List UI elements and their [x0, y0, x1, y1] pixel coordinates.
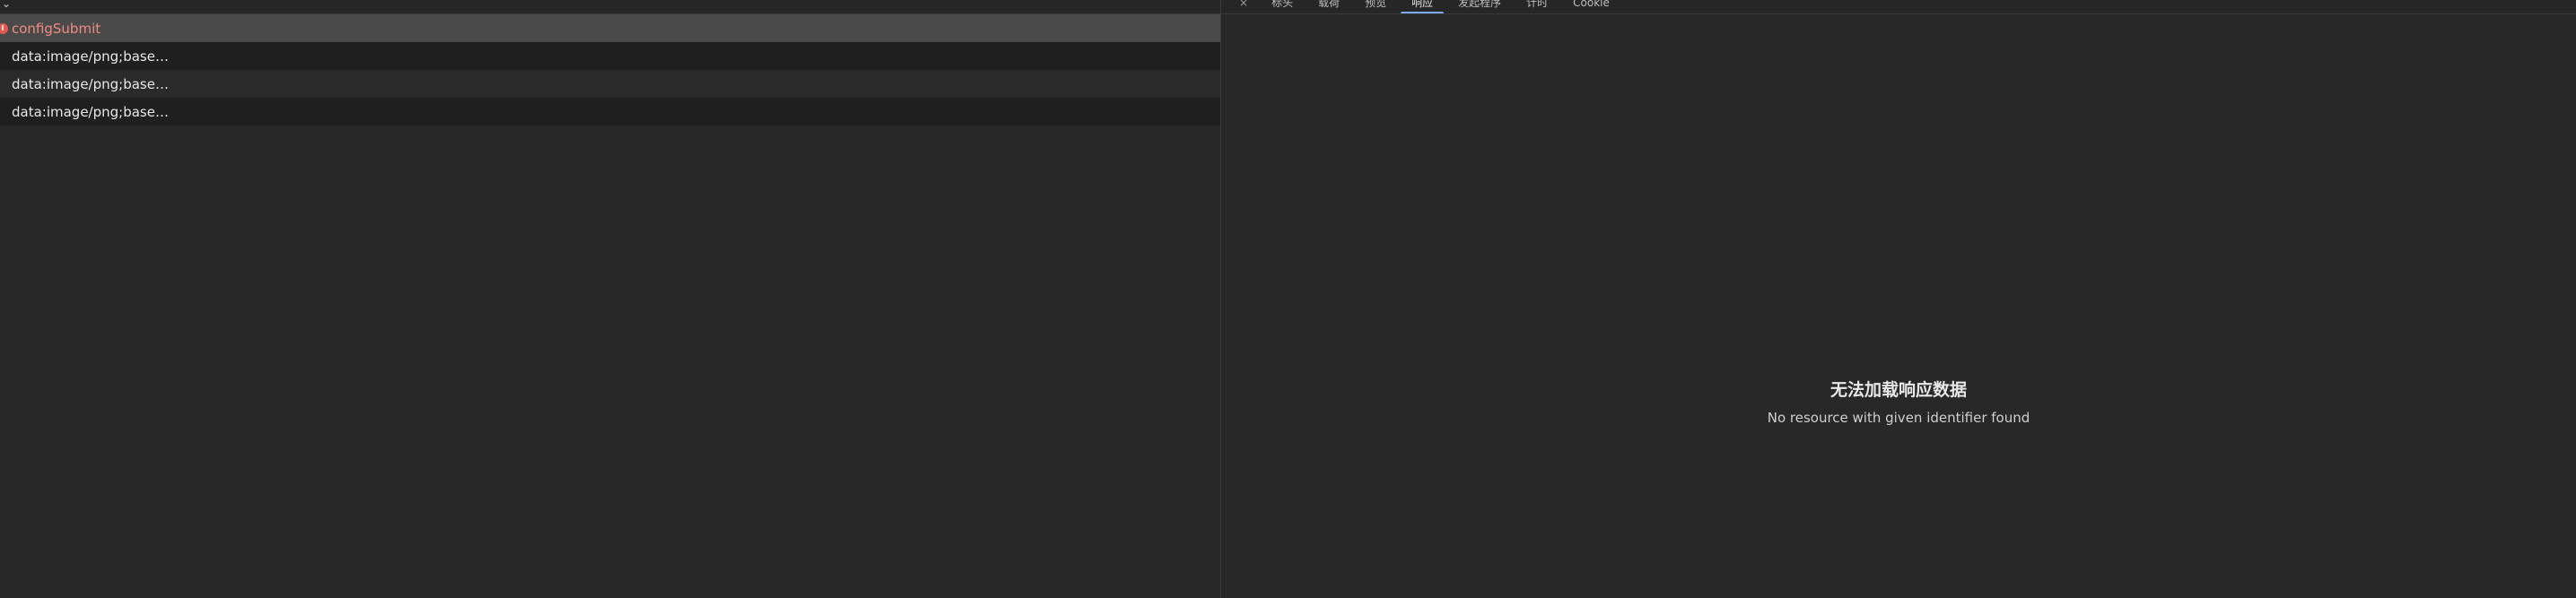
request-list-header: ⌄	[0, 0, 1220, 14]
tab-response[interactable]: 响应	[1399, 0, 1445, 13]
request-list-pane: ⌄ configSubmit data:image/png;base… data…	[0, 0, 1221, 598]
request-row-config-submit[interactable]: configSubmit	[0, 14, 1220, 42]
tab-timing[interactable]: 计时	[1514, 0, 1560, 13]
tab-payload[interactable]: 载荷	[1305, 0, 1352, 13]
devtools-network-panel: ⌄ configSubmit data:image/png;base… data…	[0, 0, 2576, 598]
chevron-down-icon[interactable]: ⌄	[2, 0, 11, 10]
request-name: data:image/png;base…	[12, 75, 169, 92]
tab-preview[interactable]: 预览	[1352, 0, 1399, 13]
request-row[interactable]: data:image/png;base…	[0, 70, 1220, 98]
request-row[interactable]: data:image/png;base…	[0, 42, 1220, 70]
request-name: configSubmit	[12, 20, 101, 37]
empty-state-message: No resource with given identifier found	[1767, 410, 2030, 426]
error-icon	[0, 22, 8, 34]
request-name: data:image/png;base…	[12, 103, 169, 120]
tab-headers[interactable]: 标头	[1259, 0, 1305, 13]
empty-response-state: 无法加载响应数据 No resource with given identifi…	[1221, 377, 2576, 426]
request-name: data:image/png;base…	[12, 48, 169, 65]
detail-tab-bar: × 标头 载荷 预览 响应 发起程序 计时 Cookie	[1221, 0, 2576, 14]
request-detail-pane: × 标头 载荷 预览 响应 发起程序 计时 Cookie 无法加载响应数据 No…	[1221, 0, 2576, 598]
request-row[interactable]: data:image/png;base…	[0, 98, 1220, 126]
tab-cookies[interactable]: Cookie	[1560, 0, 1622, 13]
empty-state-title: 无法加载响应数据	[1829, 380, 1967, 400]
close-icon[interactable]: ×	[1239, 0, 1259, 13]
tab-initiator[interactable]: 发起程序	[1445, 0, 1514, 13]
